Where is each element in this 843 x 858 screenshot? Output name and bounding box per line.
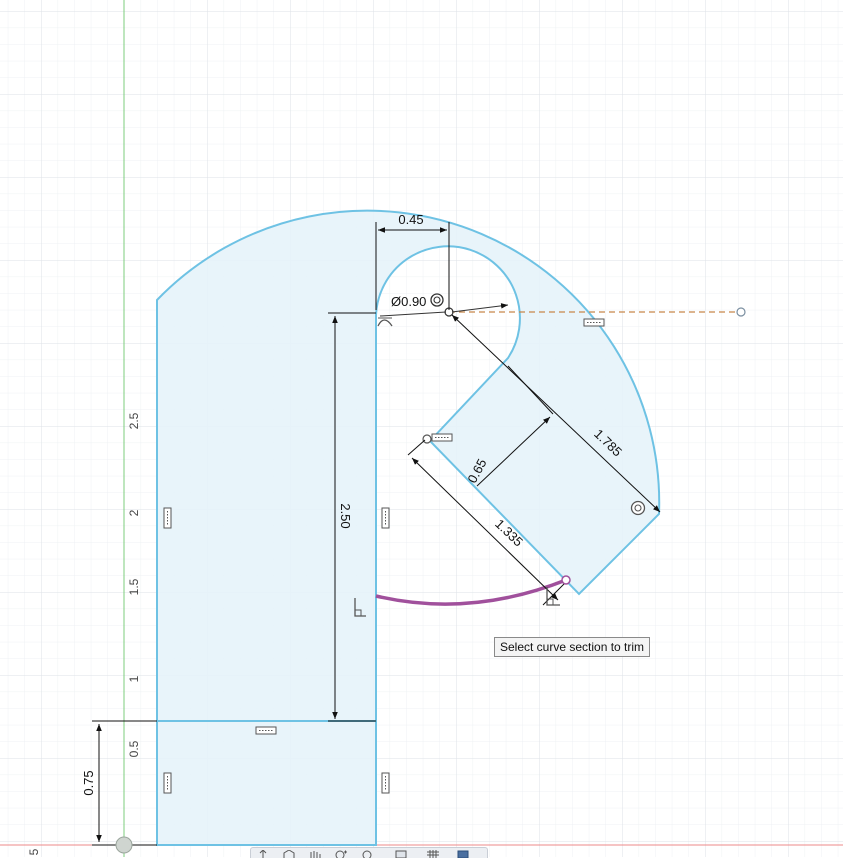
constraint-vertical-icon[interactable]: [381, 772, 390, 794]
constraint-tangent-icon[interactable]: [630, 500, 646, 516]
ruler-label-1-5: 1.5: [127, 578, 141, 595]
ruler-label-1: 1: [127, 675, 141, 682]
constraint-vertical-icon[interactable]: [163, 772, 172, 794]
constraint-vertical-icon[interactable]: [163, 507, 172, 529]
ruler-label-2: 2: [127, 509, 141, 516]
navigation-toolbar: [250, 847, 488, 858]
dimension-vertical-label: 2.50: [338, 503, 353, 528]
diagonal-point[interactable]: [422, 434, 432, 444]
sketch-canvas[interactable]: 0.45 Ø0.90 2.50 0.65 1.335 1.785 0.75 2.…: [0, 0, 843, 857]
ruler-label-corner: 5: [27, 848, 41, 855]
ruler-label-0-5: 0.5: [127, 740, 141, 757]
trim-endpoint[interactable]: [561, 575, 571, 585]
dimension-width-top-label: 0.45: [398, 212, 423, 227]
origin-icon[interactable]: [115, 836, 133, 854]
constraint-horizontal-icon[interactable]: [255, 726, 277, 735]
constraint-coincident-icon[interactable]: [431, 433, 453, 442]
ruler-label-2-5: 2.5: [127, 412, 141, 429]
constraint-horizontal-icon[interactable]: [583, 318, 605, 327]
dimension-base-height-label: 0.75: [81, 770, 96, 795]
constraint-vertical-icon[interactable]: [381, 507, 390, 529]
construction-endpoint[interactable]: [736, 307, 746, 317]
trim-tooltip: Select curve section to trim: [494, 637, 651, 657]
dimension-diameter-label: Ø0.90: [391, 294, 426, 309]
